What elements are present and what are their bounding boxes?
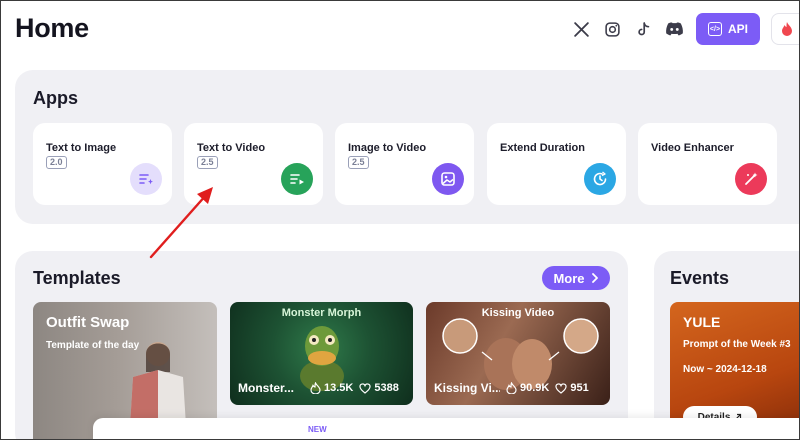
app-card-text-to-image[interactable]: Text to Image 2.0 bbox=[33, 123, 172, 205]
more-button[interactable]: More bbox=[542, 266, 610, 290]
template-card-monster-morph[interactable]: Monster Morph Monster... 13.5K 5388 bbox=[230, 302, 413, 405]
app-card-image-to-video[interactable]: Image to Video 2.5 bbox=[335, 123, 474, 205]
extend-icon bbox=[584, 163, 616, 195]
version-badge: 2.5 bbox=[197, 156, 218, 169]
template-name: Kissing Vi... bbox=[434, 381, 500, 395]
app-card-label: Extend Duration bbox=[500, 142, 585, 154]
monster-image bbox=[300, 326, 344, 391]
tiktok-icon[interactable] bbox=[633, 16, 653, 42]
likes-count: 951 bbox=[570, 382, 589, 394]
app-card-label: Image to Video bbox=[348, 142, 427, 154]
views-stat: 13.5K bbox=[310, 382, 353, 394]
views-stat: 90.9K bbox=[506, 382, 549, 394]
event-subtitle: Prompt of the Week #3 bbox=[683, 339, 791, 350]
flame-icon bbox=[782, 22, 792, 36]
events-title: Events bbox=[670, 268, 730, 288]
likes-stat[interactable]: 951 bbox=[555, 382, 589, 394]
text-image-icon bbox=[130, 163, 162, 195]
credits-button[interactable] bbox=[771, 13, 799, 45]
template-top-label: Kissing Video bbox=[481, 307, 555, 319]
templates-title: Templates bbox=[33, 268, 121, 288]
api-button[interactable]: </> API bbox=[696, 13, 760, 45]
more-button-label: More bbox=[553, 270, 585, 286]
template-top-label: Monster Morph bbox=[281, 307, 362, 319]
heart-icon bbox=[359, 382, 371, 394]
template-subtitle: Template of the day bbox=[46, 340, 140, 351]
code-icon: </> bbox=[707, 22, 722, 36]
flame-icon bbox=[310, 382, 321, 394]
text-video-icon bbox=[281, 163, 313, 195]
app-card-text-to-video[interactable]: Text to Video 2.5 bbox=[184, 123, 323, 205]
image-video-icon bbox=[432, 163, 464, 195]
discord-icon[interactable] bbox=[663, 16, 685, 42]
event-date: Now ~ 2024-12-18 bbox=[683, 364, 767, 375]
app-window: Home </> API Apps Text to Image 2.0 Text… bbox=[0, 0, 800, 440]
bottom-toolbar bbox=[93, 418, 799, 439]
app-card-video-enhancer[interactable]: Video Enhancer bbox=[638, 123, 777, 205]
template-title: Outfit Swap bbox=[46, 314, 130, 331]
enhance-icon bbox=[735, 163, 767, 195]
version-badge: 2.0 bbox=[46, 156, 67, 169]
apps-title: Apps bbox=[33, 88, 78, 108]
chevron-right-icon bbox=[591, 273, 598, 283]
template-name: Monster... bbox=[238, 381, 295, 395]
app-card-label: Video Enhancer bbox=[651, 142, 734, 154]
template-footer: Monster... 13.5K 5388 bbox=[238, 381, 407, 395]
likes-stat[interactable]: 5388 bbox=[359, 382, 399, 394]
likes-count: 5388 bbox=[374, 382, 399, 394]
version-badge: 2.5 bbox=[348, 156, 369, 169]
new-badge: NEW bbox=[308, 425, 327, 434]
app-card-label: Text to Image bbox=[46, 142, 117, 154]
flame-icon bbox=[506, 382, 517, 394]
template-card-kissing-video[interactable]: Kissing Video Kissing Vi... 90.9K 951 bbox=[426, 302, 610, 405]
views-count: 13.5K bbox=[324, 382, 354, 394]
x-icon[interactable] bbox=[571, 16, 591, 42]
template-footer: Kissing Vi... 90.9K 951 bbox=[434, 381, 604, 395]
heart-icon bbox=[555, 382, 567, 394]
instagram-icon[interactable] bbox=[602, 16, 622, 42]
page-title: Home bbox=[15, 13, 89, 43]
views-count: 90.9K bbox=[520, 382, 550, 394]
app-card-label: Text to Video bbox=[197, 142, 266, 154]
api-button-label: API bbox=[727, 22, 748, 36]
app-card-extend-duration[interactable]: Extend Duration bbox=[487, 123, 626, 205]
event-title: YULE bbox=[683, 314, 721, 330]
